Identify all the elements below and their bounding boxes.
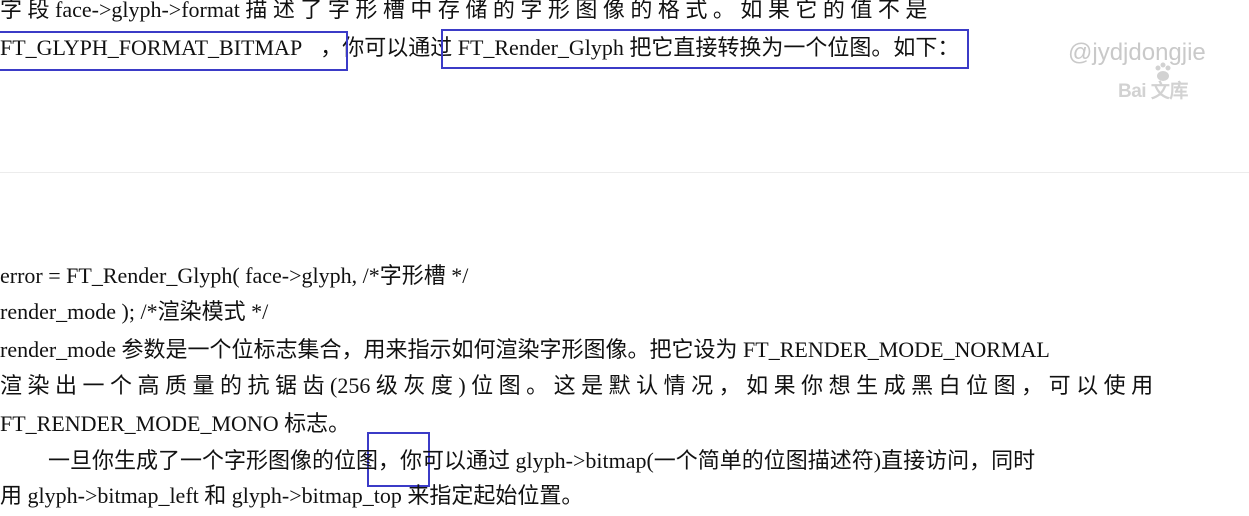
highlight-box-render-glyph [441,29,969,69]
code-line-2: render_mode ); /*渲染模式 */ [0,299,269,324]
paragraph-2-line-3: FT_RENDER_MODE_MONO 标志。 [0,411,351,436]
code-line-1: error = FT_Render_Glyph( face->glyph, /*… [0,263,469,288]
paragraph-3-line-1: 一旦你生成了一个字形图像的位图，你可以通过 glyph->bitmap(一个简单… [48,447,1035,475]
baidu-paw-icon [1155,62,1171,81]
paragraph-1-line-1: 字 段 face->glyph->format 描 述 了 字 形 槽 中 存 … [0,0,928,22]
paragraph-3-line-2: 用 glyph->bitmap_left 和 glyph->bitmap_top… [0,483,584,508]
highlight-box-format-bitmap [0,31,348,71]
paragraph-3-start: 一旦你生成了一个字形图像的 [48,448,335,473]
paragraph-3-end: ，你可以通过 glyph->bitmap(一个简单的位图描述符)直接访问，同时 [378,448,1036,473]
baidu-wenku-logo: Bai 文库 [1118,70,1238,102]
boxed-bitmap-word: 位图 [334,448,379,473]
paragraph-2-line-2: 渲 染 出 一 个 高 质 量 的 抗 锯 齿 (256 级 灰 度 ) 位 图… [0,373,1154,398]
paragraph-2-line-1: render_mode 参数是一个位标志集合，用来指示如何渲染字形图像。把它设为… [0,337,1050,362]
page-divider [0,172,1249,173]
watermark-handle: @jydjdongjie [1068,39,1206,66]
